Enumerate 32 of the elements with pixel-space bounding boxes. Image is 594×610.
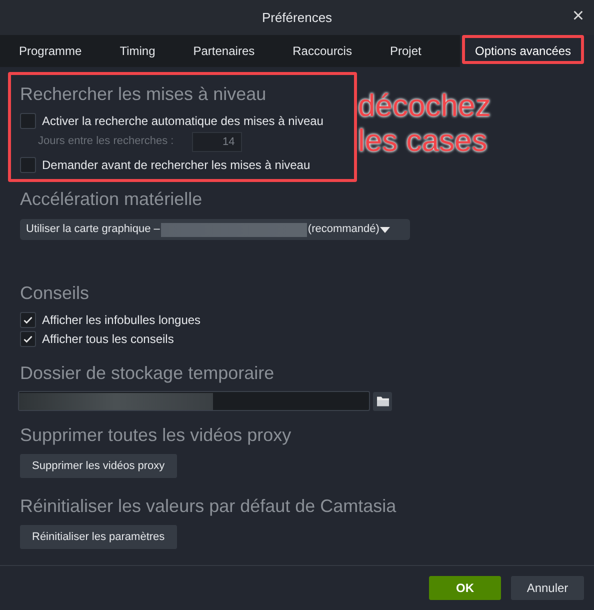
checkbox[interactable]	[20, 330, 36, 346]
tab[interactable]: Raccourcis	[274, 35, 371, 67]
close-button[interactable]: ×	[572, 6, 584, 26]
field-label: Jours entre les recherches :	[38, 134, 174, 150]
path-field[interactable]	[18, 391, 370, 411]
section-heading: Réinitialiser les valeurs par défaut de Camtasia	[20, 495, 396, 517]
section-heading: Accélération matérielle	[20, 188, 202, 210]
section-heading: Supprimer toutes les vidéos proxy	[20, 424, 292, 446]
folder-button[interactable]	[373, 392, 392, 410]
reset-button[interactable]: Réinitialiser les paramètres	[20, 525, 177, 549]
checkbox[interactable]	[20, 156, 36, 172]
tab[interactable]: Partenaires	[174, 35, 274, 67]
caret-icon	[380, 226, 390, 232]
folder-icon	[376, 395, 390, 407]
checkbox-label: Afficher les infobulles longues	[42, 312, 201, 328]
tab[interactable]: Projet	[370, 35, 440, 67]
ok-button[interactable]: OK	[429, 576, 501, 600]
checkbox-label: Afficher tous les conseils	[42, 330, 174, 348]
checkbox-label: Demander avant de rechercher les mises à niveau	[42, 156, 310, 174]
checkbox[interactable]	[20, 112, 36, 128]
tab[interactable]: Programme	[0, 35, 101, 67]
annotation-text: décochez les cases	[358, 88, 492, 158]
cancel-button[interactable]: Annuler	[511, 576, 584, 600]
section-heading: Rechercher les mises à niveau	[20, 83, 266, 105]
checkbox[interactable]	[20, 312, 36, 328]
window-title: Préférences	[262, 8, 332, 27]
section-heading: Conseils	[20, 282, 90, 304]
delete-proxy-button[interactable]: Supprimer les vidéos proxy	[20, 454, 177, 478]
section-heading: Dossier de stockage temporaire	[20, 362, 274, 384]
checkbox-label: Activer la recherche automatique des mises à niveau	[42, 112, 324, 130]
dropdown[interactable]: Utiliser la carte graphique – (recommandé)	[20, 219, 410, 240]
tab[interactable]: Timing	[100, 35, 174, 67]
